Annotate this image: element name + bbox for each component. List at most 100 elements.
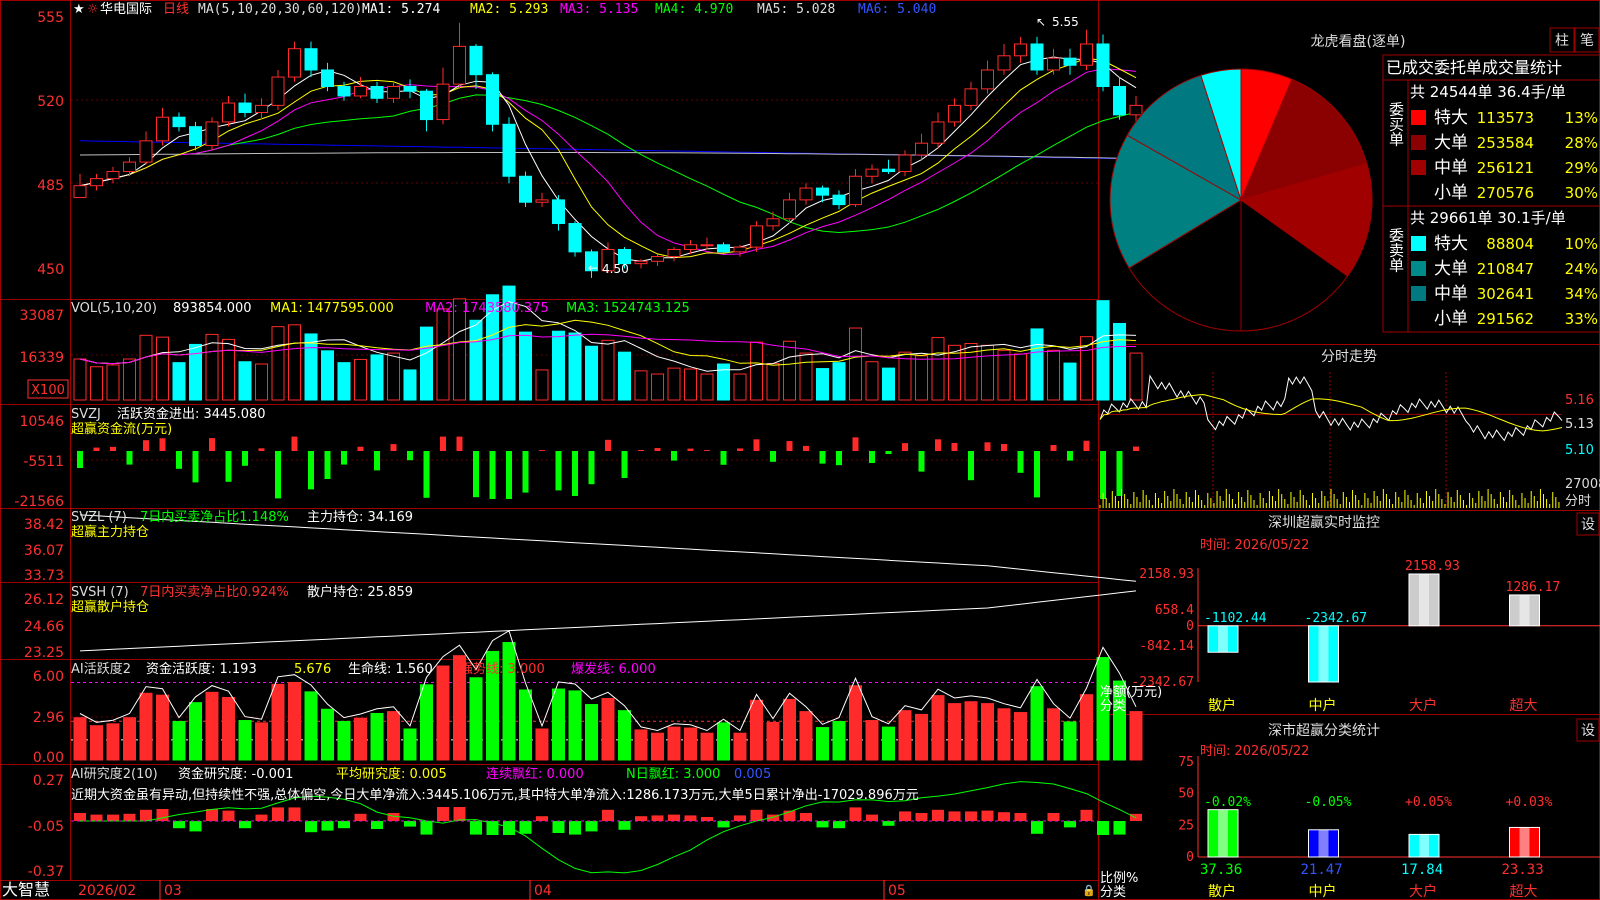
- active-label: AI活跃度2: [71, 661, 131, 677]
- flow-bar: [258, 448, 265, 451]
- research-bar: [635, 816, 647, 821]
- activity-chart[interactable]: [71, 630, 1143, 761]
- y-tick: 0: [1186, 850, 1194, 865]
- bar-highlight: [1218, 625, 1228, 653]
- research-label: AI研究度2(10): [71, 766, 158, 782]
- monitor-bar-chart: 2158.93658.40-842.14-2342.67-1102.44散户-2…: [1100, 559, 1600, 714]
- volume-bar: [1047, 349, 1060, 401]
- research-bar: [701, 817, 713, 821]
- candle-body: [156, 116, 169, 142]
- volume-bar: [222, 338, 235, 401]
- flow-bar: [506, 451, 512, 499]
- activity-bar: [271, 683, 285, 761]
- svzl-ratio: 7日内买卖净占比1.148%: [140, 509, 289, 525]
- active-d: 强势线: 3.000: [460, 661, 545, 677]
- candle-body: [552, 199, 565, 224]
- candle-body: [981, 69, 994, 90]
- flow-bar: [786, 441, 793, 451]
- activity-bar: [387, 711, 400, 761]
- category-label: 中户: [1309, 697, 1337, 714]
- svzj-tick: -5511: [23, 454, 64, 470]
- order-volume: 210847: [1477, 260, 1534, 278]
- y-tick: 25: [1178, 818, 1194, 833]
- candle-body: [717, 244, 730, 253]
- price-chart[interactable]: [73, 22, 1143, 278]
- flow-bar: [968, 451, 974, 481]
- volume-bar: [750, 341, 763, 401]
- activity-bar: [238, 720, 252, 761]
- flow-bar: [324, 451, 331, 479]
- category-label: 超大: [1510, 884, 1538, 900]
- candle-body: [816, 187, 829, 196]
- volume-bar: [865, 361, 879, 401]
- flow-bar: [291, 436, 298, 451]
- vol-ma2: MA2: 1743580.375: [425, 301, 549, 316]
- activity-bar: [304, 691, 318, 761]
- percent-label: 21.47: [1301, 862, 1343, 878]
- value-label: -1102.44: [1204, 611, 1267, 626]
- buy-total: 共 24544单 36.4手/单: [1410, 83, 1566, 101]
- volume-bar: [535, 369, 549, 401]
- candle-body: [403, 86, 417, 92]
- research-bar: [173, 821, 185, 829]
- candle-body: [1047, 57, 1060, 71]
- volume-bar: [783, 340, 796, 401]
- flow-bar: [440, 436, 446, 451]
- volume-bar: [832, 362, 846, 401]
- activity-bar: [222, 696, 235, 761]
- research-bar: [717, 821, 730, 828]
- flow-bar: [110, 446, 116, 451]
- price-header: ★ ☼ 华电国际 日线 MA(5,10,20,30,60,120) MA1: 5…: [73, 2, 936, 17]
- candle-body: [733, 246, 747, 253]
- ma2-value: MA2: 5.293: [470, 2, 548, 17]
- svsh-tick: 24.66: [24, 619, 64, 635]
- lock-icon[interactable]: 🔒: [1082, 884, 1096, 897]
- volume-bar: [849, 327, 862, 401]
- research-bar: [998, 812, 1010, 821]
- candle-body: [750, 225, 763, 248]
- bar-highlight: [1318, 829, 1329, 857]
- volume-bar: [667, 367, 681, 401]
- activity-bar: [634, 729, 648, 761]
- intraday-price: 5.13: [1565, 417, 1594, 432]
- research-bar: [618, 821, 631, 830]
- research-bar: [272, 807, 284, 821]
- activity-bar: [205, 691, 219, 761]
- flow-bar: [1067, 451, 1073, 461]
- symbol-name: 华电国际: [100, 2, 152, 17]
- svzl-sub: 超赢主力持仓: [71, 524, 149, 540]
- research-bar: [552, 821, 565, 833]
- date-tick: 05: [888, 883, 906, 899]
- active-tick: 6.00: [33, 669, 64, 685]
- candle-body: [123, 161, 136, 173]
- activity-bar: [832, 720, 846, 761]
- candle-body: [1096, 43, 1110, 87]
- svzj-chart[interactable]: [77, 436, 1139, 499]
- ma5-line: [79, 152, 1137, 159]
- y-axis-title: 净额(万元): [1100, 685, 1162, 700]
- activity-bar: [882, 726, 895, 761]
- order-volume: 113573: [1477, 109, 1534, 127]
- activity-bar: [255, 722, 268, 761]
- research-bar: [569, 821, 581, 835]
- activity-bar: [90, 725, 103, 761]
- volume-bar: [123, 358, 136, 401]
- stats-time: 时间: 2026/05/22: [1200, 744, 1309, 759]
- flow-bar: [341, 451, 347, 465]
- intraday-chart[interactable]: [1099, 372, 1563, 508]
- active-tick: 0.00: [33, 750, 64, 766]
- y-tick: 50: [1178, 787, 1194, 802]
- monitor-settings-label: 设: [1581, 517, 1595, 533]
- svsh-hold: 散户持仓: 25.859: [307, 584, 413, 600]
- volume-bar: [1063, 362, 1077, 401]
- candle-body: [271, 76, 285, 106]
- order-percent: 24%: [1565, 260, 1598, 278]
- percent-label: 17.84: [1401, 862, 1443, 878]
- activity-bar: [337, 720, 351, 761]
- research-bar: [1113, 821, 1126, 835]
- volume-bar: [634, 370, 648, 401]
- volume-bar: [370, 354, 384, 401]
- x-axis-title: 分类: [1100, 885, 1126, 900]
- sell-total: 共 29661单 30.1手/单: [1410, 209, 1566, 227]
- candle-body: [222, 102, 235, 123]
